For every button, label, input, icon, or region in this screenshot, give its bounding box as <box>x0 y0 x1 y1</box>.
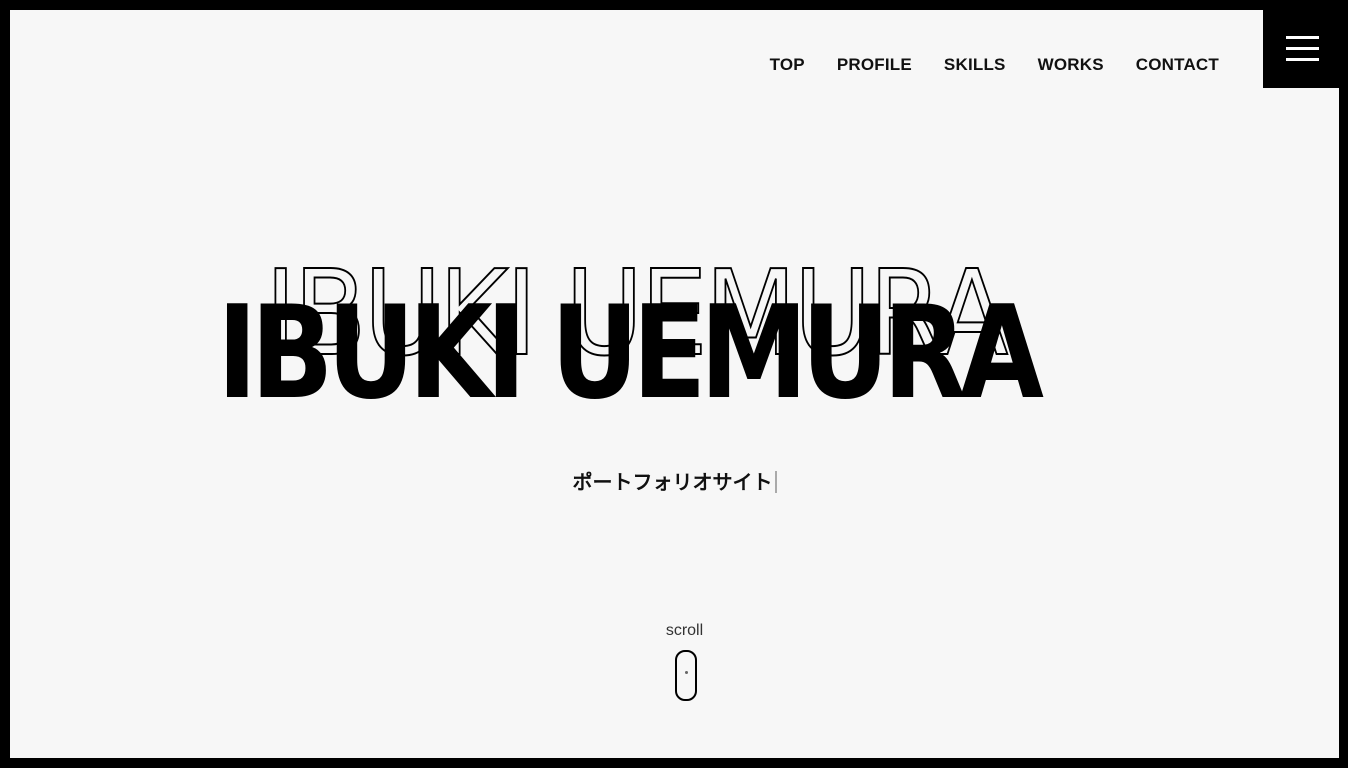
typing-caret <box>774 471 777 493</box>
hero-section: IBUKI UEMURA IBUKI UEMURA ポートフォリオサイト <box>10 10 1339 758</box>
hero-subtitle-text: ポートフォリオサイト <box>572 470 773 494</box>
mouse-scroll-icon[interactable] <box>675 650 697 701</box>
hero-title: IBUKI UEMURA <box>217 279 1044 428</box>
page-frame: TOP PROFILE SKILLS WORKS CONTACT IBUKI U… <box>10 10 1339 758</box>
hero-subtitle: ポートフォリオサイト <box>10 466 1339 495</box>
scroll-label: scroll <box>665 622 704 639</box>
scroll-wheel-dot <box>685 671 688 674</box>
